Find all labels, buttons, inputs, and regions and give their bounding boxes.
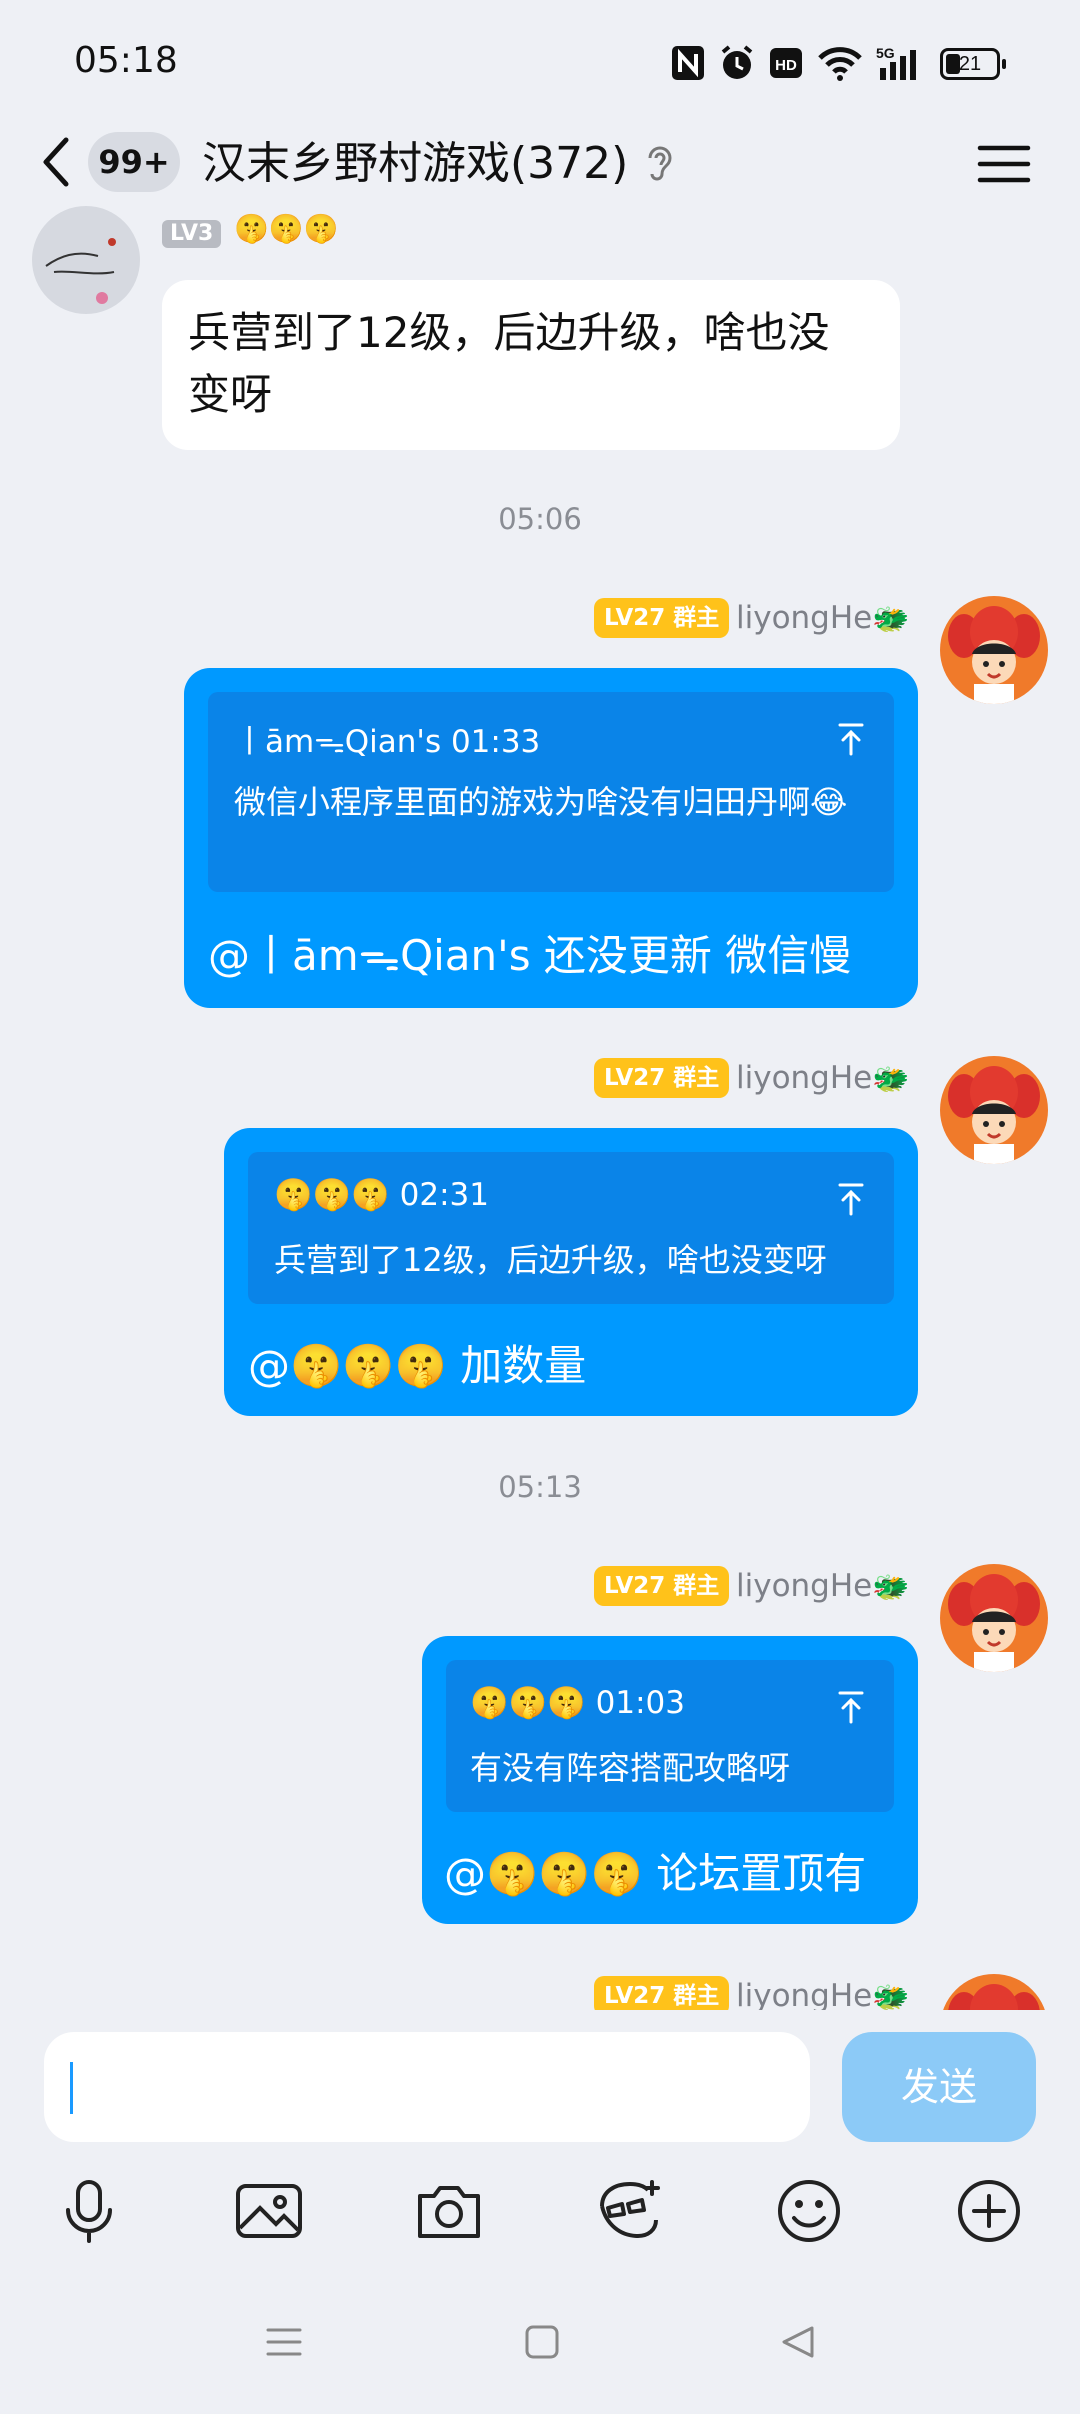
nfc-icon — [672, 46, 704, 80]
message-text: @🤫🤫🤫 论坛置顶有 — [444, 1849, 867, 1898]
image-icon[interactable] — [234, 2176, 304, 2246]
plus-icon[interactable] — [954, 2176, 1024, 2246]
battery-level: 21 — [958, 53, 982, 75]
user-avatar[interactable] — [940, 596, 1048, 704]
mic-icon[interactable] — [54, 2176, 124, 2246]
text-caret — [70, 2062, 73, 2114]
quoted-reply[interactable]: 丨āmᯓQian's 01:33 微信小程序里面的游戏为啥没有归田丹啊😂 — [208, 692, 894, 892]
message-text: @🤫🤫🤫 加数量 — [248, 1341, 587, 1390]
pin-top-icon[interactable] — [836, 722, 866, 756]
level-tag: LV27 群主 — [594, 1566, 730, 1606]
timestamp: 05:06 — [498, 502, 582, 536]
message-input[interactable] — [44, 2032, 810, 2142]
send-button[interactable]: 发送 — [842, 2032, 1036, 2142]
sender-name: liyongHe — [736, 1060, 873, 1096]
menu-icon[interactable] — [976, 142, 1032, 186]
back-icon[interactable] — [36, 132, 76, 192]
recent-apps-icon[interactable] — [264, 2322, 304, 2362]
ear-icon — [648, 146, 672, 181]
sticker-icon[interactable] — [594, 2176, 664, 2246]
svg-text:5G: 5G — [876, 45, 895, 61]
quote-text: 兵营到了12级，后边升级，啥也没变呀 — [274, 1241, 827, 1279]
quote-text: 微信小程序里面的游戏为啥没有归田丹啊😂 — [234, 783, 848, 821]
dragon-badge-icon: 🐲 — [872, 1570, 910, 1605]
message-text: 兵营到了12级，后边升级，啥也没变呀 — [188, 308, 830, 419]
level-tag: LV27 群主 — [594, 598, 730, 638]
user-avatar[interactable] — [940, 1056, 1048, 1164]
member-level-tag: LV3 — [162, 220, 222, 248]
sender-name: 🤫🤫🤫 — [234, 212, 339, 245]
message-bubble[interactable]: 🤫🤫🤫 01:03 有没有阵容搭配攻略呀 @🤫🤫🤫 论坛置顶有 — [422, 1636, 918, 1924]
message-bubble[interactable]: 兵营到了12级，后边升级，啥也没变呀 — [162, 280, 900, 450]
camera-icon[interactable] — [414, 2176, 484, 2246]
hd-icon: HD — [770, 48, 802, 78]
pin-top-icon[interactable] — [836, 1182, 866, 1216]
system-back-icon[interactable] — [778, 2322, 818, 2362]
battery-icon: 21 — [940, 48, 1006, 80]
message-bubble[interactable]: 丨āmᯓQian's 01:33 微信小程序里面的游戏为啥没有归田丹啊😂 @丨ā… — [184, 668, 918, 1008]
sender-avatar[interactable] — [32, 206, 140, 314]
quoted-reply[interactable]: 🤫🤫🤫 01:03 有没有阵容搭配攻略呀 — [446, 1660, 894, 1812]
dragon-badge-icon: 🐲 — [872, 602, 910, 637]
timestamp: 05:13 — [498, 1470, 582, 1504]
pin-top-icon[interactable] — [836, 1690, 866, 1724]
quote-header: 丨āmᯓQian's 01:33 — [234, 724, 541, 760]
emoji-icon[interactable] — [774, 2176, 844, 2246]
message-bubble[interactable]: 🤫🤫🤫 02:31 兵营到了12级，后边升级，啥也没变呀 @🤫🤫🤫 加数量 — [224, 1128, 918, 1416]
quote-header: 🤫🤫🤫 02:31 — [274, 1177, 489, 1213]
svg-text:HD: HD — [775, 57, 797, 74]
group-title[interactable]: 汉末乡野村游戏(372) — [202, 134, 628, 194]
quoted-reply[interactable]: 🤫🤫🤫 02:31 兵营到了12级，后边升级，啥也没变呀 — [248, 1152, 894, 1304]
sender-name: liyongHe — [736, 600, 873, 636]
level-tag: LV27 群主 — [594, 1058, 730, 1098]
dragon-badge-icon: 🐲 — [872, 1062, 910, 1097]
quote-header: 🤫🤫🤫 01:03 — [470, 1685, 685, 1721]
quote-text: 有没有阵容搭配攻略呀 — [470, 1749, 791, 1787]
message-text: @丨āmᯓQian's 还没更新 微信慢 — [208, 931, 852, 980]
user-avatar[interactable] — [940, 1564, 1048, 1672]
status-time: 05:18 — [74, 40, 178, 81]
unread-count-badge[interactable]: 99+ — [88, 132, 180, 192]
signal-5g-icon: 5G — [876, 45, 916, 80]
sender-name: liyongHe — [736, 1568, 873, 1604]
alarm-icon — [721, 45, 753, 79]
wifi-icon — [818, 47, 862, 81]
home-icon[interactable] — [522, 2322, 562, 2362]
sender-name: liyongHe — [736, 1978, 873, 2014]
